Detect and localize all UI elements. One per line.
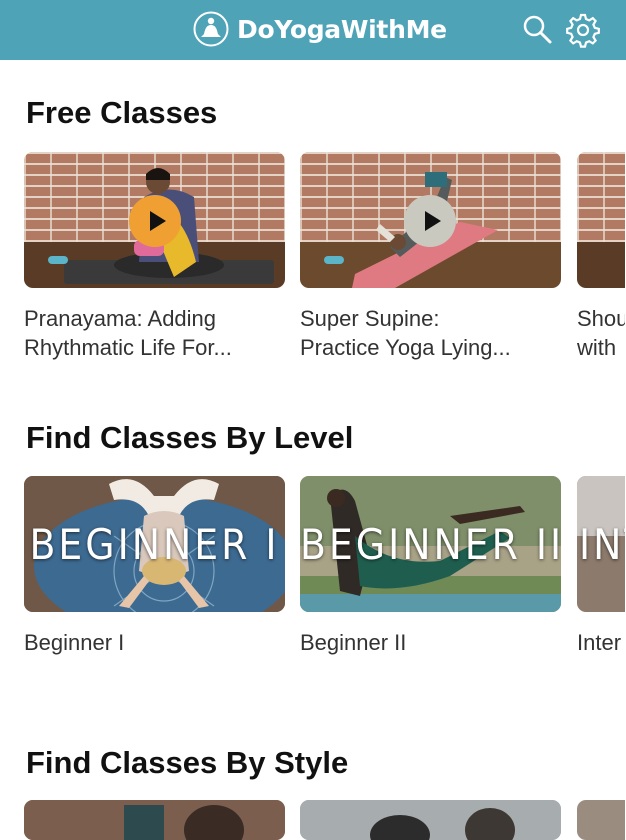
level-thumbnail[interactable]: INT [577,476,625,612]
level-thumbnail[interactable]: BEGINNER I [24,476,285,612]
level-card[interactable]: BEGINNER I Beginner I [24,476,285,657]
level-thumbnail[interactable]: BEGINNER II [300,476,561,612]
search-icon [523,15,552,44]
play-button[interactable] [129,195,181,247]
class-thumbnail[interactable] [24,152,285,288]
level-card-title[interactable]: Inter [577,628,625,657]
search-button[interactable] [519,12,555,48]
play-button[interactable] [404,195,456,247]
class-card[interactable]: Shou with [577,152,626,362]
section-title-by-level: Find Classes By Level [26,420,354,455]
brand-logo[interactable]: DoYogaWithMe [193,10,447,48]
class-thumbnail[interactable] [300,152,561,288]
section-title-by-style: Find Classes By Style [26,745,349,780]
brand-name: DoYogaWithMe [237,14,447,44]
class-card-title[interactable]: Shou with [577,304,625,362]
class-card[interactable]: Pranayama: Adding Rhythmatic Life For... [24,152,285,362]
level-card[interactable]: BEGINNER II Beginner II [300,476,561,657]
app-header: DoYogaWithMe [0,0,626,60]
section-title-free-classes: Free Classes [26,95,218,130]
style-thumbnail[interactable] [24,800,285,840]
class-thumbnail[interactable] [577,152,625,288]
progress-indicator [324,256,344,264]
class-card-title[interactable]: Pranayama: Adding Rhythmatic Life For... [24,304,285,362]
style-thumbnail[interactable] [577,800,625,840]
class-card-title[interactable]: Super Supine: Practice Yoga Lying... [300,304,561,362]
progress-indicator [48,256,68,264]
level-overlay-text: BEGINNER I [29,520,280,569]
level-card[interactable]: INT Inter [577,476,626,657]
gear-icon [566,13,600,48]
level-card-title[interactable]: Beginner II [300,628,561,657]
play-icon [149,211,166,231]
level-overlay-text: INT [579,520,625,569]
play-icon [424,211,441,231]
settings-button[interactable] [565,12,601,48]
level-card-title[interactable]: Beginner I [24,628,285,657]
meditation-logo-icon [193,11,229,47]
class-card[interactable]: Super Supine: Practice Yoga Lying... [300,152,561,362]
style-thumbnail[interactable] [300,800,561,840]
level-overlay-text: BEGINNER II [300,520,561,569]
